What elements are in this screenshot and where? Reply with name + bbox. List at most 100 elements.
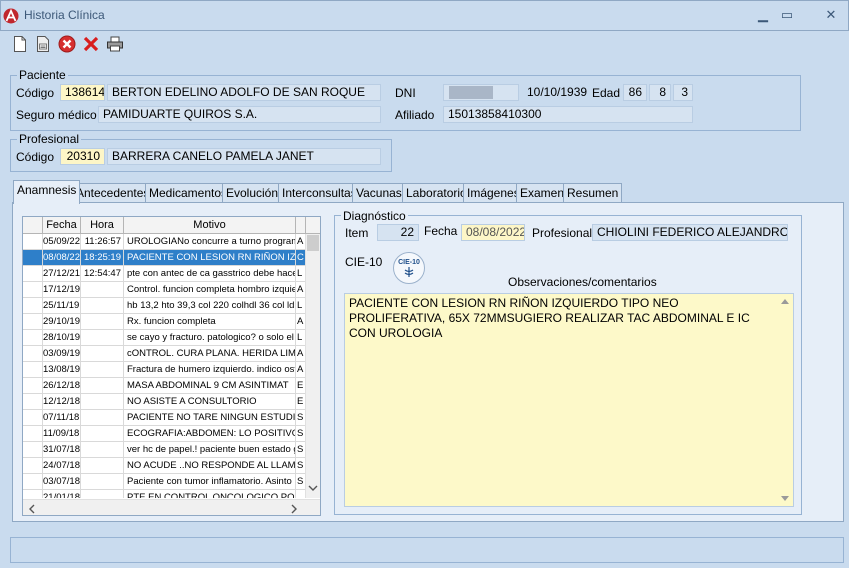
grid-row[interactable]: 03/07/18 Paciente con tumor inflamatorio.… (23, 474, 320, 490)
grid-cell-hora: 18:25:19 (81, 250, 124, 266)
grid-cell-hora (81, 346, 124, 362)
maximize-button[interactable]: ▭ (776, 6, 798, 24)
close-button[interactable]: ✕ (820, 6, 842, 24)
tab-anamnesis[interactable]: Anamnesis (13, 180, 81, 204)
paciente-codigo-label: Código (16, 86, 55, 100)
grid-cell-motivo: Rx. funcion completa (124, 314, 296, 330)
grid-cell-indicator (23, 442, 43, 458)
seguro-field[interactable]: PAMIDUARTE QUIROS S.A. (98, 106, 381, 123)
tab-interconsultas[interactable]: Interconsultas (278, 183, 361, 203)
grid-header: Fecha Hora Motivo (23, 217, 320, 234)
diagnostico-profesional-label: Profesional (532, 226, 593, 240)
tab-antecedentes[interactable]: Antecedentes (72, 183, 154, 203)
grid-horizontal-scrollbar[interactable] (23, 499, 320, 515)
grid-cell-indicator (23, 410, 43, 426)
tab-medicamentos[interactable]: Medicamentos (145, 183, 232, 203)
edad-dias-field[interactable]: 3 (673, 84, 693, 101)
diagnostico-profesional-field[interactable]: CHIOLINI FEDERICO ALEJANDRO (592, 224, 788, 241)
fecha-nacimiento-field[interactable]: 10/10/1939 (522, 84, 588, 101)
afiliado-field[interactable]: 15013858410300 (443, 106, 693, 123)
grid-row[interactable]: 11/09/18 ECOGRAFIA:ABDOMEN: LO POSITIVO S (23, 426, 320, 442)
grid-row[interactable]: 12/12/18 NO ASISTE A CONSULTORIO E (23, 394, 320, 410)
grid-cell-hora (81, 442, 124, 458)
profesional-nombre-field[interactable]: BARRERA CANELO PAMELA JANET (107, 148, 381, 165)
delete-icon[interactable] (82, 35, 100, 53)
grid-header-extra[interactable] (296, 217, 306, 234)
grid-scroll-down-icon[interactable] (308, 485, 318, 492)
grid-row[interactable]: 31/07/18 ver hc de papel.! paciente buen … (23, 442, 320, 458)
grid-row[interactable]: 21/01/18 PTE EN CONTROL ONCOLOGICO POL (23, 490, 320, 498)
edad-meses-field[interactable]: 8 (649, 84, 671, 101)
anamnesis-grid[interactable]: Fecha Hora Motivo 05/09/22 11:26:57 UROLOG… (22, 216, 321, 516)
grid-scroll-right-icon[interactable] (291, 504, 298, 514)
diagnostico-legend: Diagnóstico (341, 209, 408, 223)
grid-header-hora[interactable]: Hora (81, 217, 124, 234)
profesional-codigo-field[interactable]: 20310 (60, 148, 105, 165)
obs-scroll-down-icon[interactable] (781, 496, 789, 502)
tab-vacunas[interactable]: Vacunas (352, 183, 406, 203)
grid-scroll-left-icon[interactable] (28, 504, 35, 514)
grid-cell-hora (81, 394, 124, 410)
grid-cell-fecha: 27/12/21 (43, 266, 81, 282)
edad-anios-field[interactable]: 86 (623, 84, 647, 101)
grid-cell-indicator (23, 490, 43, 498)
afiliado-label: Afiliado (395, 108, 435, 122)
new-document-icon[interactable] (11, 35, 29, 53)
print-icon[interactable] (106, 35, 124, 53)
grid-cell-fecha: 25/11/19 (43, 298, 81, 314)
caduceus-icon (404, 267, 414, 277)
tab-evolucion[interactable]: Evolución (222, 183, 283, 203)
cancel-icon[interactable] (58, 35, 76, 53)
grid-row[interactable]: 13/08/19 Fractura de humero izquierdo. in… (23, 362, 320, 378)
diagnostico-fecha-field[interactable]: 08/08/2022 (461, 224, 525, 241)
paciente-legend: Paciente (17, 68, 68, 82)
grid-cell-indicator (23, 298, 43, 314)
observaciones-label: Observaciones/comentarios (508, 275, 657, 289)
grid-row[interactable]: 07/11/18 PACIENTE NO TARE NINGUN ESTUDI S (23, 410, 320, 426)
grid-row[interactable]: 05/09/22 11:26:57 UROLOGIANo concurre a tu… (23, 234, 320, 250)
window-title: Historia Clínica (24, 8, 105, 22)
item-field[interactable]: 22 (377, 224, 419, 241)
tab-resumen[interactable]: Resumen (563, 183, 623, 203)
grid-cell-indicator (23, 394, 43, 410)
grid-header-fecha[interactable]: Fecha (43, 217, 81, 234)
grid-row[interactable]: 28/10/19 se cayo y fracturo. patologico? … (23, 330, 320, 346)
grid-row[interactable]: 25/11/19 hb 13,2 hto 39,3 col 220 colhdl … (23, 298, 320, 314)
tab-laboratorio[interactable]: Laboratorio (402, 183, 471, 203)
edad-label: Edad (592, 86, 621, 100)
grid-row[interactable]: 24/07/18 NO ACUDE ..NO RESPONDE AL LLAM S (23, 458, 320, 474)
paciente-codigo-field[interactable]: 138614 (60, 84, 105, 101)
cie-10-button[interactable]: CIE-10 (393, 252, 425, 284)
minimize-button[interactable]: ▁ (752, 6, 774, 24)
tab-imagenes[interactable]: Imágenes (463, 183, 524, 203)
grid-cell-motivo: hb 13,2 hto 39,3 col 220 colhdl 36 col l… (124, 298, 296, 314)
obs-scroll-up-icon[interactable] (781, 298, 789, 304)
observaciones-textarea[interactable]: PACIENTE CON LESION RN RIÑON IZQUIERDO T… (344, 293, 794, 507)
grid-cell-fecha: 03/09/19 (43, 346, 81, 362)
grid-cell-indicator (23, 474, 43, 490)
grid-row[interactable]: 17/12/19 Control. funcion completa hombro… (23, 282, 320, 298)
grid-row[interactable]: 08/08/22 18:25:19 PACIENTE CON LESION RN R… (23, 250, 320, 266)
grid-header-motivo[interactable]: Motivo (124, 217, 296, 234)
grid-cell-fecha: 17/12/19 (43, 282, 81, 298)
grid-row[interactable]: 03/09/19 cONTROL. CURA PLANA. HERIDA LIM A (23, 346, 320, 362)
grid-scroll-thumb[interactable] (307, 235, 319, 251)
grid-cell-indicator (23, 362, 43, 378)
paciente-nombre-field[interactable]: BERTON EDELINO ADOLFO DE SAN ROQUE (107, 84, 381, 101)
dni-field[interactable] (443, 84, 519, 101)
grid-vertical-scrollbar[interactable] (305, 234, 320, 498)
profesional-codigo-label: Código (16, 150, 55, 164)
observaciones-scrollbar[interactable] (777, 294, 793, 506)
tab-examen[interactable]: Examen (516, 183, 569, 203)
grid-cell-motivo: PACIENTE NO TARE NINGUN ESTUDI (124, 410, 296, 426)
grid-cell-hora (81, 298, 124, 314)
grid-row[interactable]: 29/10/19 Rx. funcion completa A (23, 314, 320, 330)
title-bar (0, 0, 849, 31)
grid-cell-hora (81, 314, 124, 330)
save-icon[interactable] (34, 35, 52, 53)
grid-cell-motivo: Fractura de humero izquierdo. indico ost… (124, 362, 296, 378)
grid-cell-indicator (23, 378, 43, 394)
grid-row[interactable]: 26/12/18 MASA ABDOMINAL 9 CM ASINTIMAT E (23, 378, 320, 394)
grid-cell-hora (81, 490, 124, 498)
grid-row[interactable]: 27/12/21 12:54:47 pte con antec de ca gass… (23, 266, 320, 282)
